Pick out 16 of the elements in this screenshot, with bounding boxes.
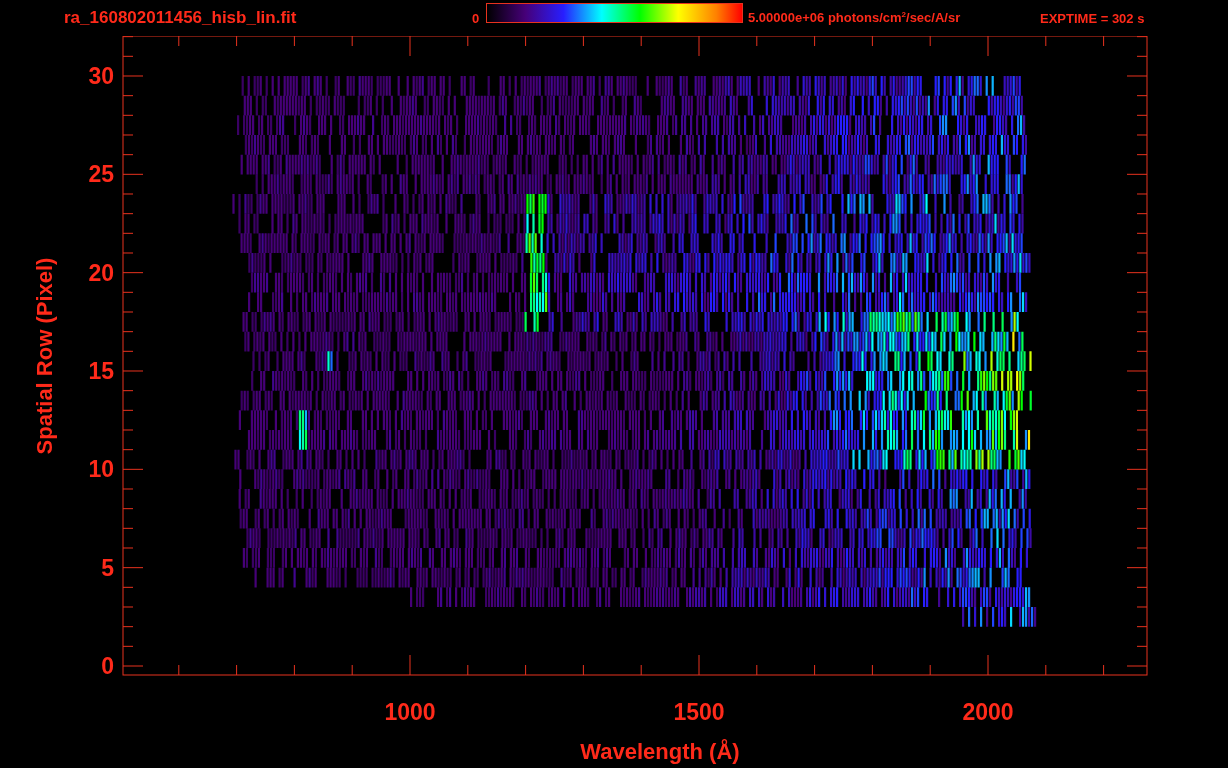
- y-tick-label: 20: [88, 259, 114, 286]
- colorbar-min-label: 0: [472, 10, 481, 26]
- y-tick-label: 10: [88, 456, 114, 483]
- y-tick-label: 15: [88, 358, 114, 384]
- x-tick-label: 1500: [673, 699, 725, 725]
- y-tick-label: 25: [88, 161, 114, 188]
- colorbar-max-label: 5.00000e+06 photons/cm$^{2}$/sec/A/sr: [747, 10, 961, 26]
- y-tick-label: 30: [88, 63, 114, 89]
- y-tick-label: 0: [101, 653, 114, 679]
- y-axis-title: Spatial Row (Pixel): [32, 257, 57, 455]
- x-tick-label: 2000: [962, 699, 1014, 725]
- exposure-time: EXPTIME = 302 s: [1040, 10, 1145, 26]
- y-tick-label: 5: [101, 554, 114, 581]
- file-name: ra_160802011456_hisb_lin.fit: [64, 8, 297, 28]
- x-tick-label: 1000: [384, 699, 436, 725]
- x-axis-title: Wavelength (Å): [580, 739, 740, 764]
